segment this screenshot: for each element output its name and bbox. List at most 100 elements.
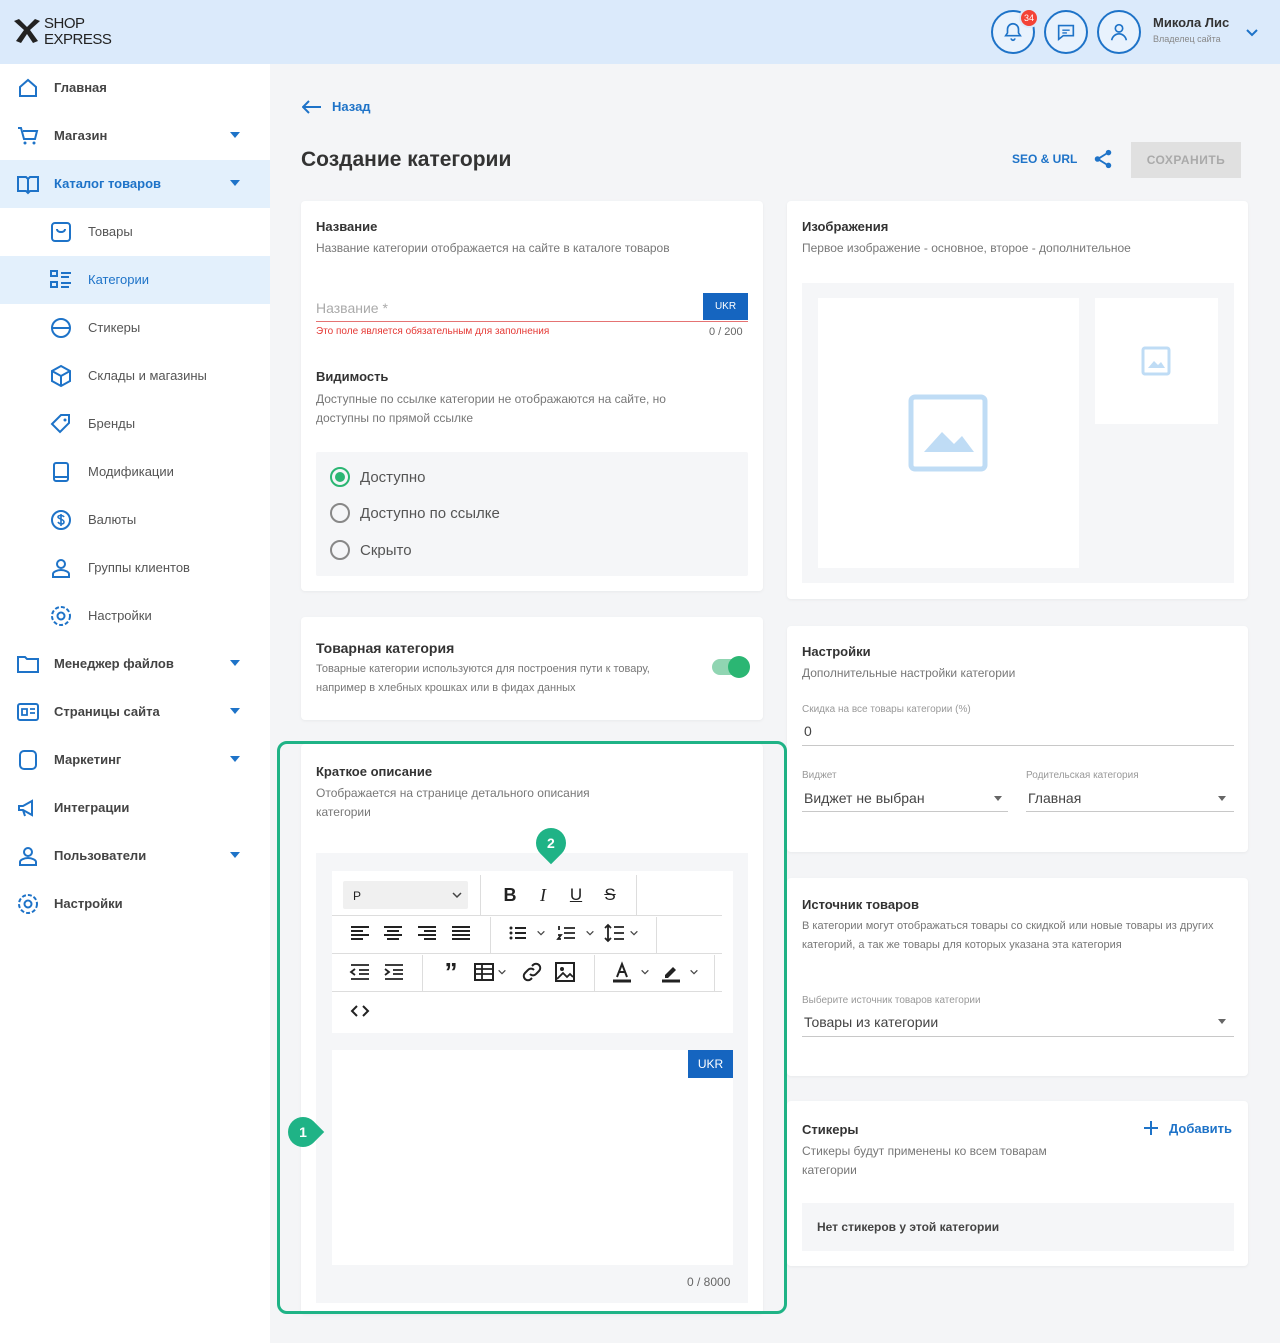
sidebar-item-categories[interactable]: Категории <box>0 256 270 304</box>
image-placeholder-icon <box>908 394 988 472</box>
caret-down-icon <box>230 756 240 762</box>
sidebar-item-currencies[interactable]: Валюты <box>0 496 270 544</box>
logo-text: SHOP EXPRESS <box>44 15 112 48</box>
sidebar-item-label: Маркетинг <box>54 752 122 767</box>
sidebar-item-label: Бренды <box>88 416 136 431</box>
cart-icon <box>18 127 39 145</box>
sidebar-item-label: Главная <box>54 80 107 95</box>
name-lang-tag[interactable]: UKR <box>703 293 748 320</box>
caret-down-icon <box>230 852 240 858</box>
widget-underline <box>802 811 1008 812</box>
sidebar-item-modifications[interactable]: Модификации <box>0 448 270 496</box>
sidebar-item-brands[interactable]: Бренды <box>0 400 270 448</box>
sidebar-item-site-pages[interactable]: Страницы сайта <box>0 688 270 736</box>
currency-icon <box>51 510 71 530</box>
visibility-option-link[interactable]: Доступно по ссылке <box>330 503 500 523</box>
stickers-icon <box>51 318 71 338</box>
sidebar-item-integrations[interactable]: Интеграции <box>0 784 270 832</box>
sidebar-item-label: Модификации <box>88 464 174 479</box>
sidebar: Главная Магазин Каталог товаров Товары К… <box>0 64 270 1343</box>
sidebar-item-users[interactable]: Пользователи <box>0 832 270 880</box>
sidebar-item-label: Каталог товаров <box>54 176 162 191</box>
sidebar-item-marketing[interactable]: Маркетинг <box>0 736 270 784</box>
images-title: Изображения <box>802 219 889 234</box>
caret-down-icon <box>1218 796 1226 801</box>
name-title: Название <box>316 219 378 234</box>
sidebar-item-label: Товары <box>88 224 133 239</box>
plus-icon <box>1144 1121 1158 1135</box>
settings-card <box>787 626 1248 852</box>
sidebar-item-label: Настройки <box>88 608 152 623</box>
visibility-title: Видимость <box>316 369 389 384</box>
chevron-down-icon[interactable] <box>1244 24 1260 40</box>
sidebar-item-warehouses[interactable]: Склады и магазины <box>0 352 270 400</box>
messages-button[interactable] <box>1044 10 1088 54</box>
add-sticker-button[interactable]: Добавить <box>1143 1120 1232 1136</box>
parent-select[interactable]: Главная <box>1028 790 1081 806</box>
chat-icon <box>1057 24 1075 42</box>
sidebar-item-label: Группы клиентов <box>88 560 190 575</box>
radio-unchecked-icon <box>330 540 350 560</box>
source-subtitle: В категории могут отображаться товары со… <box>802 920 1214 951</box>
profile-button[interactable] <box>1097 10 1141 54</box>
name-counter: 0 / 200 <box>709 326 743 338</box>
name-error: Это поле является обязательным для запол… <box>316 326 550 337</box>
main-image-slot[interactable] <box>818 298 1079 568</box>
notifications-button[interactable]: 34 <box>991 8 1039 54</box>
caret-down-icon <box>230 180 240 186</box>
share-icon[interactable] <box>1092 148 1114 170</box>
caret-down-icon <box>230 708 240 714</box>
sidebar-item-label: Страницы сайта <box>54 704 160 719</box>
visibility-subtitle: Доступные по ссылке категории не отображ… <box>316 392 666 425</box>
sidebar-item-client-groups[interactable]: Группы клиентов <box>0 544 270 592</box>
option-label: Доступно <box>360 468 426 486</box>
sidebar-item-stickers[interactable]: Стикеры <box>0 304 270 352</box>
name-input[interactable]: Название * <box>316 300 388 316</box>
top-bar: SHOP EXPRESS 34 Микола Лис Владелец сайт… <box>0 0 1280 64</box>
product-category-subtitle: Товарные категории используются для пост… <box>316 663 650 694</box>
notification-badge: 34 <box>1019 8 1039 28</box>
products-icon <box>51 222 71 242</box>
caret-down-icon <box>230 132 240 138</box>
settings-subtitle: Дополнительные настройки категории <box>802 666 1016 680</box>
sidebar-item-catalog-settings[interactable]: Настройки <box>0 592 270 640</box>
caret-down-icon <box>994 796 1002 801</box>
seo-url-link[interactable]: SEO & URL <box>1012 152 1077 166</box>
visibility-option-available[interactable]: Доступно <box>330 467 425 487</box>
stickers-title: Стикеры <box>802 1122 859 1137</box>
radio-unchecked-icon <box>330 503 350 523</box>
discount-input[interactable]: 0 <box>804 723 812 739</box>
pages-icon <box>17 703 39 721</box>
name-input-underline <box>316 321 748 322</box>
stickers-subtitle: Стикеры будут применены ко всем товарам … <box>802 1144 1047 1177</box>
sidebar-item-products[interactable]: Товары <box>0 208 270 256</box>
source-underline <box>802 1036 1234 1037</box>
add-sticker-label: Добавить <box>1169 1120 1232 1136</box>
gear-icon <box>18 894 38 914</box>
widget-select[interactable]: Виджет не выбран <box>804 790 925 806</box>
user-name[interactable]: Микола Лис <box>1153 15 1229 30</box>
sidebar-item-home[interactable]: Главная <box>0 64 270 112</box>
secondary-image-slot[interactable] <box>1095 298 1218 424</box>
users-icon <box>19 847 37 866</box>
discount-underline <box>802 745 1234 746</box>
logo-mark-icon <box>14 19 40 43</box>
sidebar-item-shop[interactable]: Магазин <box>0 112 270 160</box>
brands-icon <box>50 414 70 434</box>
product-category-title: Товарная категория <box>316 640 455 656</box>
source-select[interactable]: Товары из категории <box>804 1014 938 1030</box>
sidebar-item-settings[interactable]: Настройки <box>0 880 270 928</box>
categories-icon <box>50 270 71 288</box>
shop-express-logo[interactable]: SHOP EXPRESS <box>12 14 122 50</box>
product-category-toggle[interactable] <box>712 656 750 678</box>
sidebar-item-catalog[interactable]: Каталог товаров <box>0 160 270 208</box>
save-button[interactable]: СОХРАНИТЬ <box>1131 142 1241 178</box>
home-icon <box>19 78 37 97</box>
settings-icon <box>51 606 71 626</box>
sidebar-item-file-manager[interactable]: Менеджер файлов <box>0 640 270 688</box>
sidebar-item-label: Настройки <box>54 896 123 911</box>
marketing-icon <box>19 750 37 770</box>
back-link[interactable]: Назад <box>302 99 371 114</box>
sidebar-item-label: Стикеры <box>88 320 141 335</box>
visibility-option-hidden[interactable]: Скрыто <box>330 540 412 560</box>
